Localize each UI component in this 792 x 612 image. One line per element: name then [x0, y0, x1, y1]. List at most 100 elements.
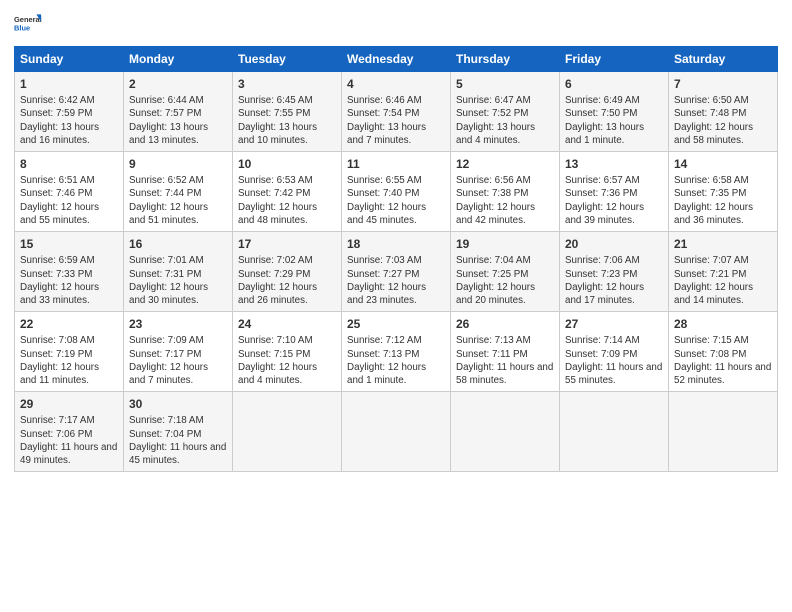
- day-info: Sunrise: 7:08 AMSunset: 7:19 PMDaylight:…: [20, 334, 118, 387]
- day-info: Sunrise: 6:57 AMSunset: 7:36 PMDaylight:…: [565, 174, 663, 227]
- day-number: 23: [129, 316, 227, 332]
- day-info: Sunrise: 6:46 AMSunset: 7:54 PMDaylight:…: [347, 94, 445, 147]
- day-info: Sunrise: 7:15 AMSunset: 7:08 PMDaylight:…: [674, 334, 772, 387]
- day-number: 27: [565, 316, 663, 332]
- day-number: 30: [129, 396, 227, 412]
- logo-icon: GeneralBlue: [14, 10, 42, 38]
- day-number: 3: [238, 76, 336, 92]
- day-info: Sunrise: 6:58 AMSunset: 7:35 PMDaylight:…: [674, 174, 772, 227]
- day-number: 13: [565, 156, 663, 172]
- svg-text:Blue: Blue: [14, 23, 30, 32]
- day-cell: 6 Sunrise: 6:49 AMSunset: 7:50 PMDaylight…: [560, 72, 669, 152]
- day-number: 18: [347, 236, 445, 252]
- day-cell: 25 Sunrise: 7:12 AMSunset: 7:13 PMDayligh…: [342, 312, 451, 392]
- day-info: Sunrise: 6:47 AMSunset: 7:52 PMDaylight:…: [456, 94, 554, 147]
- week-row-5: 29 Sunrise: 7:17 AMSunset: 7:06 PMDayligh…: [15, 392, 778, 472]
- logo: GeneralBlue: [14, 10, 42, 38]
- day-info: Sunrise: 6:49 AMSunset: 7:50 PMDaylight:…: [565, 94, 663, 147]
- day-info: Sunrise: 6:56 AMSunset: 7:38 PMDaylight:…: [456, 174, 554, 227]
- day-info: Sunrise: 6:50 AMSunset: 7:48 PMDaylight:…: [674, 94, 772, 147]
- day-info: Sunrise: 7:02 AMSunset: 7:29 PMDaylight:…: [238, 254, 336, 307]
- day-cell: 5 Sunrise: 6:47 AMSunset: 7:52 PMDaylight…: [451, 72, 560, 152]
- day-number: 24: [238, 316, 336, 332]
- day-number: 6: [565, 76, 663, 92]
- header: GeneralBlue: [14, 10, 778, 38]
- day-cell: 3 Sunrise: 6:45 AMSunset: 7:55 PMDaylight…: [233, 72, 342, 152]
- day-info: Sunrise: 6:53 AMSunset: 7:42 PMDaylight:…: [238, 174, 336, 227]
- day-number: 25: [347, 316, 445, 332]
- col-header-sunday: Sunday: [15, 47, 124, 72]
- day-info: Sunrise: 6:52 AMSunset: 7:44 PMDaylight:…: [129, 174, 227, 227]
- day-number: 5: [456, 76, 554, 92]
- day-cell: 24 Sunrise: 7:10 AMSunset: 7:15 PMDayligh…: [233, 312, 342, 392]
- day-info: Sunrise: 6:44 AMSunset: 7:57 PMDaylight:…: [129, 94, 227, 147]
- day-cell: [233, 392, 342, 472]
- day-info: Sunrise: 6:55 AMSunset: 7:40 PMDaylight:…: [347, 174, 445, 227]
- day-number: 17: [238, 236, 336, 252]
- day-cell: 10 Sunrise: 6:53 AMSunset: 7:42 PMDayligh…: [233, 152, 342, 232]
- day-info: Sunrise: 7:09 AMSunset: 7:17 PMDaylight:…: [129, 334, 227, 387]
- col-header-friday: Friday: [560, 47, 669, 72]
- day-info: Sunrise: 7:18 AMSunset: 7:04 PMDaylight:…: [129, 414, 227, 467]
- col-header-thursday: Thursday: [451, 47, 560, 72]
- day-number: 19: [456, 236, 554, 252]
- week-row-1: 1 Sunrise: 6:42 AMSunset: 7:59 PMDaylight…: [15, 72, 778, 152]
- day-number: 16: [129, 236, 227, 252]
- day-number: 7: [674, 76, 772, 92]
- day-cell: 18 Sunrise: 7:03 AMSunset: 7:27 PMDayligh…: [342, 232, 451, 312]
- day-cell: 19 Sunrise: 7:04 AMSunset: 7:25 PMDayligh…: [451, 232, 560, 312]
- day-info: Sunrise: 7:07 AMSunset: 7:21 PMDaylight:…: [674, 254, 772, 307]
- day-number: 20: [565, 236, 663, 252]
- day-info: Sunrise: 7:01 AMSunset: 7:31 PMDaylight:…: [129, 254, 227, 307]
- day-cell: 27 Sunrise: 7:14 AMSunset: 7:09 PMDayligh…: [560, 312, 669, 392]
- day-cell: 28 Sunrise: 7:15 AMSunset: 7:08 PMDayligh…: [669, 312, 778, 392]
- day-cell: 15Sunrise: 6:59 AMSunset: 7:33 PMDayligh…: [15, 232, 124, 312]
- day-cell: 30 Sunrise: 7:18 AMSunset: 7:04 PMDayligh…: [124, 392, 233, 472]
- day-cell: [560, 392, 669, 472]
- day-cell: 11 Sunrise: 6:55 AMSunset: 7:40 PMDayligh…: [342, 152, 451, 232]
- day-cell: 17 Sunrise: 7:02 AMSunset: 7:29 PMDayligh…: [233, 232, 342, 312]
- day-number: 26: [456, 316, 554, 332]
- week-row-2: 8 Sunrise: 6:51 AMSunset: 7:46 PMDaylight…: [15, 152, 778, 232]
- col-header-wednesday: Wednesday: [342, 47, 451, 72]
- day-info: Sunrise: 7:10 AMSunset: 7:15 PMDaylight:…: [238, 334, 336, 387]
- day-cell: 2 Sunrise: 6:44 AMSunset: 7:57 PMDaylight…: [124, 72, 233, 152]
- day-cell: 26Sunrise: 7:13 AMSunset: 7:11 PMDayligh…: [451, 312, 560, 392]
- day-cell: 20Sunrise: 7:06 AMSunset: 7:23 PMDayligh…: [560, 232, 669, 312]
- day-cell: 4Sunrise: 6:46 AMSunset: 7:54 PMDaylight…: [342, 72, 451, 152]
- day-cell: 7 Sunrise: 6:50 AMSunset: 7:48 PMDaylight…: [669, 72, 778, 152]
- day-number: 15: [20, 236, 118, 252]
- day-info: Sunrise: 7:12 AMSunset: 7:13 PMDaylight:…: [347, 334, 445, 387]
- day-number: 9: [129, 156, 227, 172]
- calendar-container: GeneralBlue SundayMondayTuesdayWednesday…: [0, 0, 792, 480]
- day-info: Sunrise: 6:45 AMSunset: 7:55 PMDaylight:…: [238, 94, 336, 147]
- day-cell: 9 Sunrise: 6:52 AMSunset: 7:44 PMDaylight…: [124, 152, 233, 232]
- day-info: Sunrise: 7:04 AMSunset: 7:25 PMDaylight:…: [456, 254, 554, 307]
- day-number: 29: [20, 396, 118, 412]
- day-number: 1: [20, 76, 118, 92]
- day-info: Sunrise: 7:14 AMSunset: 7:09 PMDaylight:…: [565, 334, 663, 387]
- day-cell: 23 Sunrise: 7:09 AMSunset: 7:17 PMDayligh…: [124, 312, 233, 392]
- day-info: Sunrise: 7:17 AMSunset: 7:06 PMDaylight:…: [20, 414, 118, 467]
- day-cell: 14Sunrise: 6:58 AMSunset: 7:35 PMDayligh…: [669, 152, 778, 232]
- week-row-4: 22 Sunrise: 7:08 AMSunset: 7:19 PMDayligh…: [15, 312, 778, 392]
- day-info: Sunrise: 6:42 AMSunset: 7:59 PMDaylight:…: [20, 94, 118, 147]
- day-cell: 8 Sunrise: 6:51 AMSunset: 7:46 PMDaylight…: [15, 152, 124, 232]
- day-info: Sunrise: 6:51 AMSunset: 7:46 PMDaylight:…: [20, 174, 118, 227]
- day-cell: 21 Sunrise: 7:07 AMSunset: 7:21 PMDayligh…: [669, 232, 778, 312]
- day-number: 8: [20, 156, 118, 172]
- day-cell: 1 Sunrise: 6:42 AMSunset: 7:59 PMDaylight…: [15, 72, 124, 152]
- day-number: 28: [674, 316, 772, 332]
- day-cell: 12Sunrise: 6:56 AMSunset: 7:38 PMDayligh…: [451, 152, 560, 232]
- day-number: 2: [129, 76, 227, 92]
- day-number: 10: [238, 156, 336, 172]
- day-cell: 29 Sunrise: 7:17 AMSunset: 7:06 PMDayligh…: [15, 392, 124, 472]
- header-row: SundayMondayTuesdayWednesdayThursdayFrid…: [15, 47, 778, 72]
- day-number: 11: [347, 156, 445, 172]
- day-number: 21: [674, 236, 772, 252]
- week-row-3: 15Sunrise: 6:59 AMSunset: 7:33 PMDayligh…: [15, 232, 778, 312]
- day-info: Sunrise: 7:03 AMSunset: 7:27 PMDaylight:…: [347, 254, 445, 307]
- day-number: 22: [20, 316, 118, 332]
- col-header-tuesday: Tuesday: [233, 47, 342, 72]
- day-cell: [451, 392, 560, 472]
